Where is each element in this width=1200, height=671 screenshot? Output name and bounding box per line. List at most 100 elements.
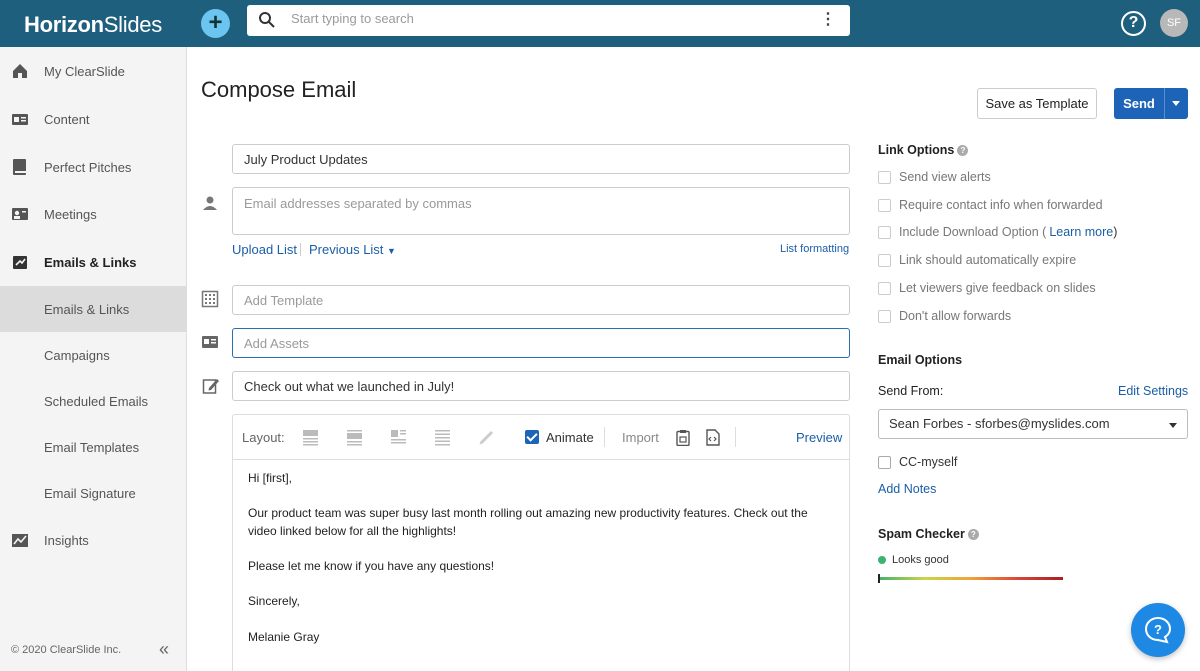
sidebar-subitem-email-signature[interactable]: Email Signature: [0, 470, 186, 516]
layout-middle-image-icon[interactable]: [346, 429, 363, 446]
layout-label: Layout:: [242, 430, 285, 445]
search-icon: [259, 12, 275, 28]
option-require-contact-info[interactable]: Require contact info when forwarded: [878, 197, 1103, 213]
sidebar-item-label: Scheduled Emails: [44, 393, 149, 409]
email-body-paragraph[interactable]: Our product team was super busy last mon…: [248, 504, 828, 540]
add-button[interactable]: +: [201, 9, 230, 38]
sidebar-item-label: Perfect Pitches: [44, 159, 132, 175]
sidebar-subitem-emails-links[interactable]: Emails & Links: [0, 286, 186, 332]
link-options-heading: Link Options?: [878, 143, 969, 157]
support-chat-button[interactable]: ?: [1131, 603, 1185, 657]
import-clipboard-icon[interactable]: [675, 429, 692, 446]
spam-score-bar: [879, 577, 1063, 580]
previous-list-label: Previous List: [309, 242, 384, 257]
status-dot-icon: [878, 556, 886, 564]
app-logo[interactable]: HorizonSlides: [24, 12, 162, 38]
sidebar-item-my-clearslide[interactable]: My ClearSlide: [0, 48, 186, 94]
sidebar-item-meetings[interactable]: Meetings: [0, 191, 186, 237]
checkbox[interactable]: [878, 253, 891, 267]
template-field[interactable]: Add Template: [232, 285, 850, 315]
animate-label: Animate: [546, 430, 594, 445]
assets-icon: [202, 336, 218, 348]
help-icon[interactable]: ?: [957, 145, 969, 156]
search-bar[interactable]: ⋮: [247, 5, 850, 36]
sidebar-subitem-email-templates[interactable]: Email Templates: [0, 424, 186, 470]
collapse-sidebar-icon[interactable]: «: [159, 639, 169, 660]
option-auto-expire[interactable]: Link should automatically expire: [878, 252, 1076, 268]
option-viewer-feedback[interactable]: Let viewers give feedback on slides: [878, 280, 1096, 296]
logo-bold-text: Horizon: [24, 12, 104, 37]
learn-more-link[interactable]: Learn more: [1049, 225, 1113, 239]
layout-side-image-icon[interactable]: [390, 429, 407, 446]
home-icon: [13, 64, 27, 78]
checkbox[interactable]: [878, 309, 891, 323]
option-include-download[interactable]: Include Download Option (Learn more): [878, 224, 1117, 240]
sidebar-item-insights[interactable]: Insights: [0, 517, 186, 563]
edit-settings-link[interactable]: Edit Settings: [1118, 384, 1188, 398]
send-button[interactable]: Send: [1114, 88, 1164, 119]
recipient-icon: [203, 196, 217, 210]
sidebar-item-label: Content: [44, 111, 90, 127]
sidebar-subitem-scheduled-emails[interactable]: Scheduled Emails: [0, 378, 186, 424]
email-body-closing[interactable]: Sincerely,: [248, 592, 828, 610]
option-disallow-forwards[interactable]: Don't allow forwards: [878, 308, 1011, 324]
recipients-field[interactable]: Email addresses separated by commas: [232, 187, 850, 235]
help-icon[interactable]: ?: [1121, 11, 1146, 36]
checkbox[interactable]: [878, 170, 891, 184]
link-icon[interactable]: [478, 429, 495, 446]
previous-list-link[interactable]: Previous List ▼: [309, 242, 396, 257]
logo-rest-text: Slides: [103, 12, 162, 37]
option-label: Send view alerts: [899, 170, 991, 184]
book-icon: [13, 159, 26, 175]
editor-toolbar: Layout: Animate Import Preview: [233, 415, 849, 460]
sidebar-item-label: Meetings: [44, 206, 97, 222]
assets-field[interactable]: Add Assets: [232, 328, 850, 358]
message-subject-field[interactable]: Check out what we launched in July!: [232, 371, 850, 401]
list-formatting-link[interactable]: List formatting: [780, 243, 849, 255]
email-body-paragraph[interactable]: Please let me know if you have any quest…: [248, 557, 828, 575]
email-body-greeting[interactable]: Hi [first],: [248, 469, 828, 487]
sidebar-item-perfect-pitches[interactable]: Perfect Pitches: [0, 144, 186, 190]
help-icon[interactable]: ?: [967, 529, 979, 540]
checkbox[interactable]: [878, 198, 891, 212]
option-label: Don't allow forwards: [899, 309, 1012, 323]
option-send-view-alerts[interactable]: Send view alerts: [878, 169, 991, 185]
checkbox[interactable]: [878, 281, 891, 295]
search-input[interactable]: [291, 11, 791, 26]
sidebar-item-label: Email Signature: [44, 485, 136, 501]
link-options-title: Link Options: [878, 143, 955, 157]
avatar[interactable]: SF: [1160, 9, 1188, 37]
checkbox[interactable]: [878, 225, 891, 239]
layout-top-image-icon[interactable]: [302, 429, 319, 446]
animate-checkbox[interactable]: [525, 430, 539, 444]
save-as-template-button[interactable]: Save as Template: [977, 88, 1097, 119]
sidebar-subitem-campaigns[interactable]: Campaigns: [0, 332, 186, 378]
option-cc-myself[interactable]: CC-myself: [878, 454, 957, 470]
spam-score-marker: [878, 574, 880, 583]
sidebar-item-emails-links[interactable]: Emails & Links: [0, 239, 186, 285]
layout-text-only-icon[interactable]: [434, 429, 451, 446]
help-chat-icon: ?: [1144, 616, 1172, 644]
spam-checker-heading: Spam Checker?: [878, 527, 979, 541]
email-body-signature[interactable]: Melanie Gray: [248, 628, 828, 646]
add-notes-link[interactable]: Add Notes: [878, 482, 936, 496]
sidebar-item-label: Campaigns: [44, 347, 110, 363]
toolbar-divider: [735, 427, 736, 447]
sidebar-item-label: Insights: [44, 532, 89, 548]
email-options-heading: Email Options: [878, 353, 963, 367]
send-button-group[interactable]: Send: [1114, 88, 1188, 119]
template-icon: [201, 290, 219, 308]
send-dropdown-icon[interactable]: [1172, 101, 1180, 106]
svg-text:?: ?: [1154, 622, 1162, 637]
chevron-down-icon: ▼: [387, 246, 396, 256]
upload-list-link[interactable]: Upload List: [232, 242, 297, 257]
send-from-select[interactable]: Sean Forbes - sforbes@myslides.com: [878, 409, 1188, 439]
subject-field[interactable]: July Product Updates: [232, 144, 850, 174]
recipients-placeholder: Email addresses separated by commas: [244, 196, 472, 211]
checkbox[interactable]: [878, 455, 891, 469]
sidebar-item-content[interactable]: Content: [0, 96, 186, 142]
more-options-icon[interactable]: ⋮: [820, 11, 836, 29]
meeting-icon: [12, 208, 28, 220]
preview-link[interactable]: Preview: [796, 430, 842, 445]
import-html-icon[interactable]: [704, 429, 721, 446]
